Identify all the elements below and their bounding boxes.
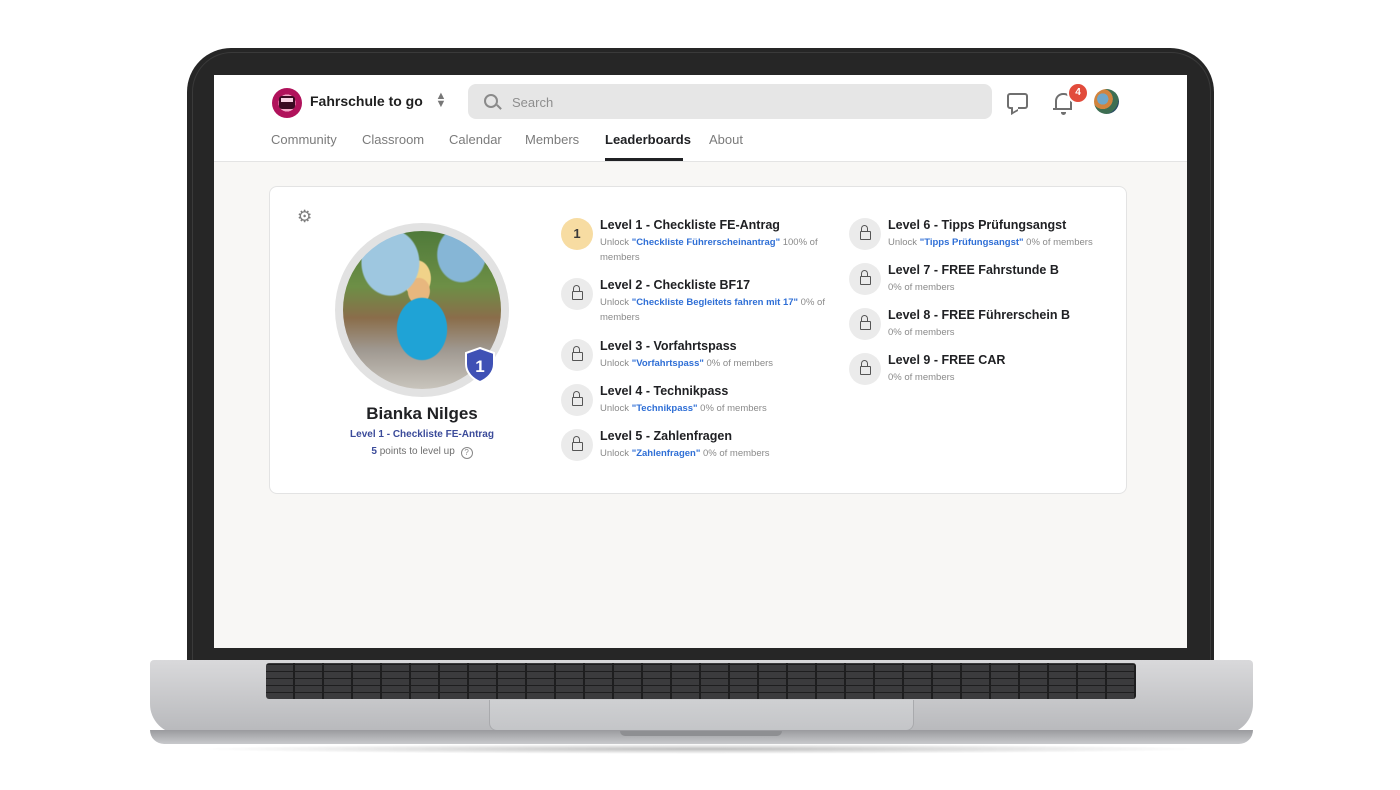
user-avatar[interactable]	[1094, 89, 1119, 114]
tab-members[interactable]: Members	[525, 132, 579, 147]
unlock-prefix: Unlock	[888, 237, 920, 248]
level-locked-indicator	[849, 263, 881, 295]
search-icon	[484, 94, 498, 108]
level-subtitle: Unlock "Tipps Prüfungsangst" 0% of membe…	[888, 235, 1128, 250]
level-subtitle: 0% of members	[888, 372, 955, 383]
tab-about[interactable]: About	[709, 132, 743, 147]
profile-name: Bianka Nilges	[366, 404, 478, 423]
members-percent: 0% of members	[1023, 237, 1093, 248]
level-shield-number: 1	[475, 357, 484, 376]
points-suffix: points to level up	[379, 446, 455, 457]
unlock-prefix: Unlock	[600, 237, 632, 248]
active-tab-indicator	[605, 158, 683, 161]
members-percent: 0% of members	[700, 448, 770, 459]
members-percent: 0% of members	[697, 403, 767, 414]
level-subtitle: Unlock "Checkliste Führerscheinantrag" 1…	[600, 235, 830, 265]
community-switcher-icon[interactable]: ▲ ▼	[434, 91, 448, 110]
tab-classroom[interactable]: Classroom	[362, 132, 424, 147]
laptop-keyboard	[266, 663, 1136, 699]
chat-icon[interactable]	[1007, 93, 1028, 109]
level-locked-indicator	[849, 353, 881, 385]
unlock-link[interactable]: "Checkliste Führerscheinantrag"	[632, 237, 780, 248]
lock-icon	[860, 270, 871, 285]
lock-icon	[860, 225, 871, 240]
level-subtitle: Unlock "Technikpass" 0% of members	[600, 401, 830, 416]
level-title: Level 3 - Vorfahrtspass	[600, 339, 737, 353]
tab-community[interactable]: Community	[271, 132, 337, 147]
community-name[interactable]: Fahrschule to go	[310, 93, 423, 109]
search-bar[interactable]	[468, 84, 992, 121]
level-subtitle: Unlock "Vorfahrtspass" 0% of members	[600, 356, 830, 371]
tab-calendar[interactable]: Calendar	[449, 132, 502, 147]
unlock-prefix: Unlock	[600, 358, 632, 369]
unlock-link[interactable]: "Vorfahrtspass"	[632, 358, 704, 369]
level-title: Level 4 - Technikpass	[600, 384, 729, 398]
search-input[interactable]	[510, 84, 974, 121]
level-title: Level 2 - Checkliste BF17	[600, 278, 751, 292]
community-logo[interactable]	[272, 88, 302, 118]
level-title: Level 5 - Zahlenfragen	[600, 429, 732, 443]
lock-icon	[572, 391, 583, 406]
level-subtitle: Unlock "Checkliste Begleitets fahren mit…	[600, 295, 830, 325]
lock-icon	[860, 315, 871, 330]
level-locked-indicator	[561, 339, 593, 371]
laptop-shadow	[190, 744, 1213, 754]
level-subtitle: 0% of members	[888, 282, 955, 293]
level-subtitle: 0% of members	[888, 327, 955, 338]
level-shield-icon: 1	[465, 347, 495, 383]
unlock-link[interactable]: "Checkliste Begleitets fahren mit 17"	[632, 297, 798, 308]
lock-icon	[860, 360, 871, 375]
points-value: 5	[371, 446, 377, 457]
laptop-notch	[620, 731, 782, 736]
level-locked-indicator	[561, 278, 593, 310]
level-locked-indicator	[849, 308, 881, 340]
unlock-prefix: Unlock	[600, 297, 632, 308]
level-locked-indicator	[561, 384, 593, 416]
level-title: Level 7 - FREE Fahrstunde B	[888, 263, 1059, 277]
lock-icon	[572, 346, 583, 361]
lock-icon	[572, 285, 583, 300]
unlock-prefix: Unlock	[600, 448, 632, 459]
points-to-level-up: 5 points to level up ?	[270, 446, 574, 459]
tab-leaderboards[interactable]: Leaderboards	[605, 132, 691, 147]
unlock-link[interactable]: "Tipps Prüfungsangst"	[920, 237, 1024, 248]
lock-icon	[572, 436, 583, 451]
level-card: ⚙ 1 Bianka Nilges Level 1 - Checkliste F…	[269, 186, 1127, 494]
gear-icon[interactable]: ⚙	[297, 208, 313, 225]
level-title: Level 1 - Checkliste FE-Antrag	[600, 218, 780, 232]
laptop-screen: Fahrschule to go ▲▼ 4 Community Classroo…	[214, 75, 1187, 648]
unlock-link[interactable]: "Zahlenfragen"	[632, 448, 701, 459]
level-title: Level 6 - Tipps Prüfungsangst	[888, 218, 1067, 232]
level-current-indicator: 1	[561, 218, 593, 250]
help-icon[interactable]: ?	[460, 447, 473, 459]
level-title: Level 8 - FREE Führerschein B	[888, 308, 1070, 322]
unlock-prefix: Unlock	[600, 403, 632, 414]
level-locked-indicator	[849, 218, 881, 250]
profile-level: Level 1 - Checkliste FE-Antrag	[350, 429, 494, 440]
level-locked-indicator	[561, 429, 593, 461]
level-title: Level 9 - FREE CAR	[888, 353, 1006, 367]
members-percent: 0% of members	[703, 358, 774, 369]
app-header: Fahrschule to go ▲▼ 4 Community Classroo…	[214, 75, 1187, 162]
notification-badge: 4	[1067, 82, 1089, 104]
laptop-trackpad	[489, 700, 914, 731]
unlock-link[interactable]: "Technikpass"	[632, 403, 698, 414]
level-subtitle: Unlock "Zahlenfragen" 0% of members	[600, 446, 830, 461]
